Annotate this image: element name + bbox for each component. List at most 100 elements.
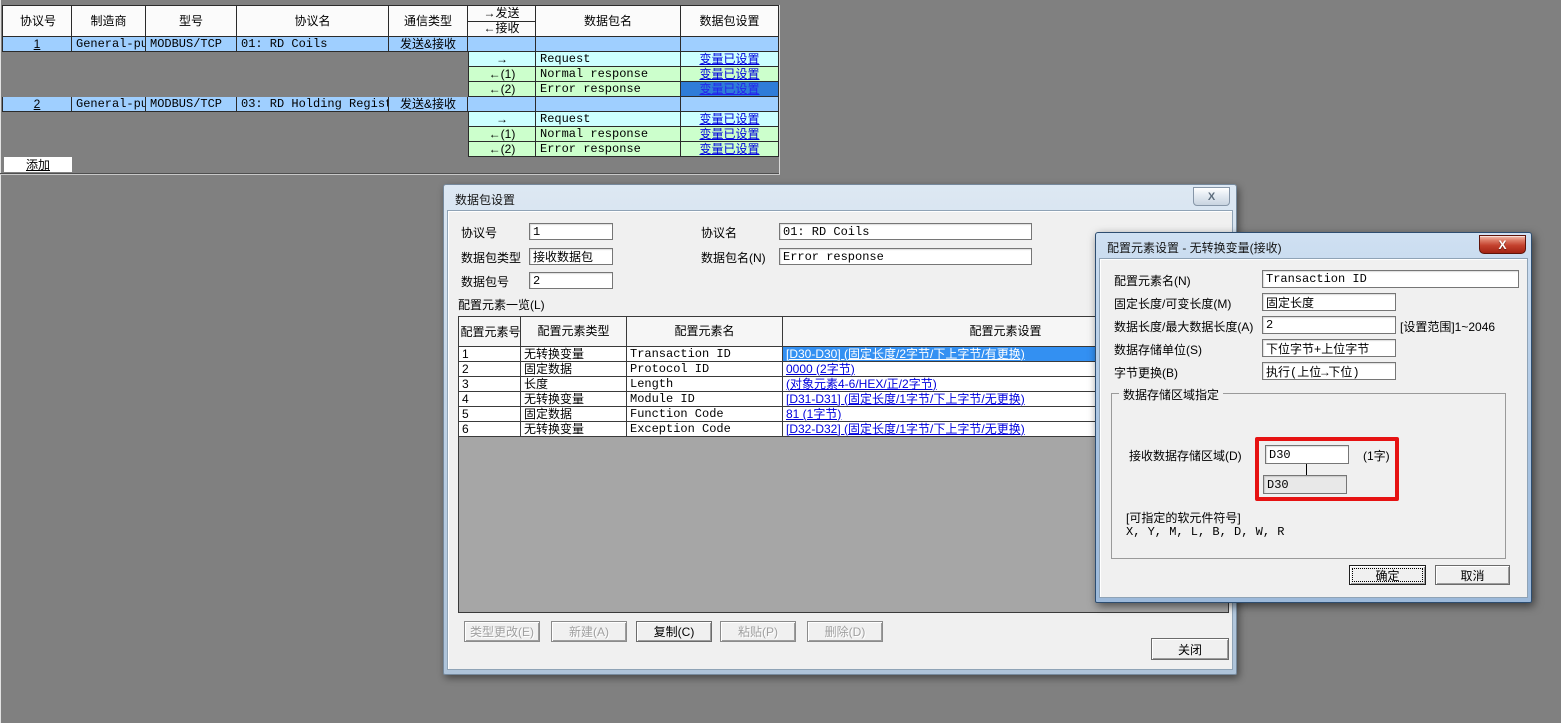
packet-name-label: 数据包名(N) bbox=[701, 251, 766, 265]
table-row-packet-selected: ←(2) Error response 变量已设置 bbox=[2, 82, 779, 97]
cell-empty bbox=[468, 37, 536, 52]
cell-protocol-name: 03: RD Holding Registers bbox=[237, 97, 389, 112]
cell-protocol-name: 01: RD Coils bbox=[237, 37, 389, 52]
direction-cell: → bbox=[468, 112, 536, 127]
cell-comm-type: 发送&接收 bbox=[389, 37, 468, 52]
grid-right-edge bbox=[779, 5, 780, 174]
col-protocol-no: 协议号 bbox=[20, 14, 54, 28]
packet-name-cell: Error response bbox=[536, 82, 681, 97]
copy-button[interactable]: 复制(C) bbox=[636, 621, 712, 642]
close-dialog-button[interactable]: 关闭 bbox=[1151, 638, 1229, 660]
element-setting-link[interactable]: [D31-D31] (固定长度/1字节/下上字节/无更换) bbox=[786, 393, 1025, 406]
close-button[interactable]: X bbox=[1479, 235, 1526, 254]
protocol-2-link[interactable]: 2 bbox=[34, 98, 41, 111]
screen-left-edge bbox=[0, 0, 1, 723]
direction-cell: ←(1) bbox=[468, 67, 536, 82]
new-button: 新建(A) bbox=[551, 621, 627, 642]
col-comm-type: 通信类型 bbox=[389, 15, 467, 28]
direction-cell: ←(2) bbox=[468, 142, 536, 157]
ok-button[interactable]: 确定 bbox=[1349, 565, 1426, 585]
cell-empty bbox=[536, 37, 681, 52]
protocol-no-field[interactable] bbox=[529, 223, 613, 240]
packet-name-cell: Request bbox=[536, 112, 681, 127]
element-name-field[interactable] bbox=[1262, 270, 1519, 288]
close-dialog-label: 关闭 bbox=[1178, 641, 1202, 658]
variable-set-link[interactable]: 变量已设置 bbox=[699, 68, 759, 81]
cell-empty bbox=[536, 97, 681, 112]
element-type: 无转换变量 bbox=[521, 422, 627, 437]
packet-type-field[interactable] bbox=[529, 248, 613, 265]
protocol-name-field[interactable] bbox=[779, 223, 1032, 240]
cancel-button[interactable]: 取消 bbox=[1435, 565, 1510, 585]
grid-bottom-divider-light bbox=[0, 174, 780, 175]
element-setting-link[interactable]: 0000 (2字节) bbox=[786, 363, 855, 376]
change-type-button: 类型更改(E) bbox=[464, 621, 540, 642]
element-type: 长度 bbox=[521, 377, 627, 392]
close-icon: X bbox=[1208, 191, 1215, 203]
cancel-label: 取消 bbox=[1460, 567, 1484, 584]
direction-cell: ←(1) bbox=[468, 127, 536, 142]
element-setting-link[interactable]: (对象元素4-6/HEX/正/2字节) bbox=[786, 378, 937, 391]
col-element-type: 配置元素类型 bbox=[521, 325, 626, 338]
length-type-label: 固定长度/可变长度(M) bbox=[1114, 297, 1231, 311]
packet-name-cell: Request bbox=[536, 52, 681, 67]
data-length-field[interactable] bbox=[1262, 316, 1396, 334]
byte-swap-field[interactable] bbox=[1262, 362, 1396, 380]
packet-no-field[interactable] bbox=[529, 272, 613, 289]
protocol-table-header: 协议号 制造商 型号 协议名 通信类型 →发送 ←接收 数据包名 数据包设置 bbox=[2, 5, 779, 37]
direction-cell: → bbox=[468, 52, 536, 67]
packet-dialog-title: 数据包设置 bbox=[455, 191, 515, 208]
close-icon: X bbox=[1498, 238, 1506, 252]
cell-empty bbox=[681, 97, 779, 112]
protocol-1-link[interactable]: 1 bbox=[34, 38, 41, 51]
storage-unit-field[interactable] bbox=[1262, 339, 1396, 357]
protocol-table: 协议号 制造商 型号 协议名 通信类型 →发送 ←接收 数据包名 数据包设置 1… bbox=[2, 5, 779, 157]
packet-name-cell: Normal response bbox=[536, 127, 681, 142]
ok-label: 确定 bbox=[1375, 567, 1399, 584]
table-row-protocol-1: 1 General-pur: MODBUS/TCP 01: RD Coils 发… bbox=[2, 37, 779, 52]
close-button[interactable]: X bbox=[1193, 187, 1230, 206]
variable-set-link[interactable]: 变量已设置 bbox=[699, 113, 759, 126]
element-type: 无转换变量 bbox=[521, 392, 627, 407]
table-row-packet: → Request 变量已设置 bbox=[2, 52, 779, 67]
element-type: 固定数据 bbox=[521, 407, 627, 422]
add-protocol-button[interactable]: 添加 bbox=[4, 157, 72, 172]
delete-label: 删除(D) bbox=[825, 623, 866, 640]
table-row-packet: → Request 变量已设置 bbox=[2, 112, 779, 127]
element-no: 6 bbox=[459, 422, 521, 437]
length-type-field[interactable] bbox=[1262, 293, 1396, 311]
table-row-packet: ←(1) Normal response 变量已设置 bbox=[2, 67, 779, 82]
packet-name-cell: Normal response bbox=[536, 67, 681, 82]
new-label: 新建(A) bbox=[569, 623, 609, 640]
element-name: Length bbox=[627, 377, 783, 392]
variable-set-link[interactable]: 变量已设置 bbox=[699, 128, 759, 141]
col-manufacturer: 制造商 bbox=[72, 15, 145, 28]
element-no: 1 bbox=[459, 347, 521, 362]
element-list-label: 配置元素一览(L) bbox=[458, 298, 545, 312]
element-name-label: 配置元素名(N) bbox=[1114, 274, 1191, 288]
copy-label: 复制(C) bbox=[654, 623, 695, 640]
direction-cell: ←(2) bbox=[468, 82, 536, 97]
packet-name-field[interactable] bbox=[779, 248, 1032, 265]
table-row-packet: ←(1) Normal response 变量已设置 bbox=[2, 127, 779, 142]
data-length-range: [设置范围]1~2046 bbox=[1400, 320, 1495, 334]
paste-label: 粘贴(P) bbox=[738, 623, 778, 640]
delete-button: 删除(D) bbox=[807, 621, 883, 642]
element-setting-link[interactable]: [D30-D30] (固定长度/2字节/下上字节/有更换) bbox=[786, 348, 1025, 361]
cell-empty bbox=[681, 37, 779, 52]
variable-set-link-selected[interactable]: 变量已设置 bbox=[699, 83, 759, 96]
byte-swap-label: 字节更换(B) bbox=[1114, 366, 1178, 380]
storage-unit-label: 数据存储单位(S) bbox=[1114, 343, 1202, 357]
col-packet-setting: 数据包设置 bbox=[681, 15, 778, 28]
element-setting-link[interactable]: [D32-D32] (固定长度/1字节/下上字节/无更换) bbox=[786, 423, 1025, 436]
cell-model: MODBUS/TCP bbox=[146, 37, 237, 52]
element-setting-link[interactable]: 81 (1字节) bbox=[786, 408, 841, 421]
variable-set-link[interactable]: 变量已设置 bbox=[699, 143, 759, 156]
element-type: 无转换变量 bbox=[521, 347, 627, 362]
variable-set-link[interactable]: 变量已设置 bbox=[699, 53, 759, 66]
element-name: Transaction ID bbox=[627, 347, 783, 362]
change-type-label: 类型更改(E) bbox=[470, 623, 534, 640]
element-type: 固定数据 bbox=[521, 362, 627, 377]
table-row-protocol-2: 2 General-pur: MODBUS/TCP 03: RD Holding… bbox=[2, 97, 779, 112]
element-dialog-title: 配置元素设置 - 无转换变量(接收) bbox=[1107, 239, 1282, 256]
